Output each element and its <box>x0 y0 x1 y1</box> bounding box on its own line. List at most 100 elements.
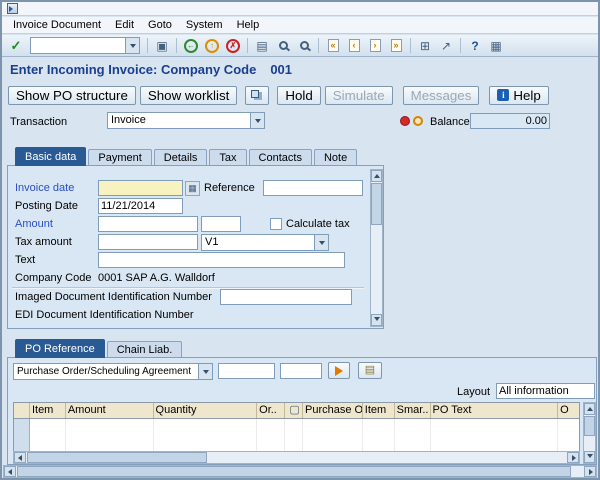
help-button[interactable]: i Help <box>489 85 549 105</box>
currency-field[interactable] <box>201 216 241 232</box>
scroll-right-icon[interactable] <box>567 452 579 463</box>
scroll-down-icon[interactable] <box>584 451 595 463</box>
tab-payment[interactable]: Payment <box>88 149 152 165</box>
scroll-left-icon[interactable] <box>4 466 16 477</box>
info-icon: i <box>497 89 510 101</box>
transaction-dropdown-icon[interactable] <box>250 113 264 128</box>
messages-button[interactable]: Messages <box>402 85 480 105</box>
scroll-up-icon[interactable] <box>584 403 595 415</box>
menu-goto[interactable]: Goto <box>141 18 179 32</box>
enter-icon[interactable]: ✓ <box>6 36 26 55</box>
calculate-tax-checkbox[interactable] <box>270 218 282 230</box>
menu-system[interactable]: System <box>179 18 230 32</box>
window-titlebar <box>2 2 598 16</box>
column-header-item2[interactable]: Item <box>362 403 395 418</box>
po-number-field[interactable] <box>218 363 275 379</box>
scroll-right-icon[interactable] <box>584 466 596 477</box>
po-type-dropdown-icon[interactable] <box>198 364 212 379</box>
column-header-smart[interactable]: Smar.. <box>394 403 431 418</box>
window-hscrollbar[interactable] <box>3 465 597 478</box>
po-type-select[interactable]: Purchase Order/Scheduling Agreement <box>13 363 213 380</box>
scroll-left-icon[interactable] <box>14 452 26 463</box>
help-icon[interactable]: ? <box>465 36 485 55</box>
column-header-quantity[interactable]: Quantity <box>153 403 258 418</box>
scroll-thumb[interactable] <box>27 452 207 463</box>
tab-details[interactable]: Details <box>153 149 208 165</box>
scroll-thumb[interactable] <box>371 183 382 225</box>
imaged-doc-field[interactable] <box>220 289 352 305</box>
basic-data-panel: Invoice date ▦ Reference Posting Date 11… <box>7 165 384 329</box>
reference-field[interactable] <box>263 180 363 196</box>
column-header-amount[interactable]: Amount <box>65 403 154 418</box>
toolbar-separator <box>247 38 248 53</box>
basic-data-scrollbar[interactable] <box>370 169 383 327</box>
menu-invoice-document[interactable]: Invoice Document <box>6 18 108 32</box>
scroll-up-icon[interactable] <box>371 170 382 182</box>
create-shortcut-icon[interactable]: ↗ <box>436 36 456 55</box>
column-header-o[interactable]: O <box>558 403 579 418</box>
tax-amount-field[interactable] <box>98 234 198 250</box>
column-header-purchase-order[interactable]: Purchase O.. <box>302 403 363 418</box>
command-history-icon[interactable] <box>125 38 139 53</box>
tax-code-select[interactable]: V1 <box>201 234 329 251</box>
find-next-icon[interactable] <box>294 36 314 55</box>
simulate-button[interactable]: Simulate <box>324 85 393 105</box>
balance-status-ring-icon <box>413 116 423 126</box>
back-icon[interactable]: ← <box>181 36 201 55</box>
amount-field[interactable] <box>98 216 198 232</box>
menu-help[interactable]: Help <box>230 18 267 32</box>
column-header-item[interactable]: Item <box>29 403 66 418</box>
header-item-icon[interactable]: ▢ <box>285 403 303 418</box>
tab-po-reference[interactable]: PO Reference <box>15 339 105 358</box>
window-icon[interactable] <box>7 3 18 14</box>
menu-edit[interactable]: Edit <box>108 18 141 32</box>
find-icon[interactable] <box>273 36 293 55</box>
first-page-icon[interactable]: « <box>323 36 343 55</box>
tab-chain-liab[interactable]: Chain Liab. <box>106 341 183 357</box>
date-picker-icon[interactable]: ▦ <box>185 181 200 196</box>
tab-note[interactable]: Note <box>313 149 358 165</box>
application-toolbar: Show PO structure Show worklist Hold Sim… <box>2 84 598 106</box>
tab-contacts[interactable]: Contacts <box>248 149 312 165</box>
row-selector[interactable] <box>14 435 30 451</box>
page-down-icon[interactable]: › <box>365 36 385 55</box>
scroll-thumb[interactable] <box>584 416 595 436</box>
tab-tax[interactable]: Tax <box>209 149 247 165</box>
column-header-po-text[interactable]: PO Text <box>430 403 559 418</box>
command-field[interactable] <box>30 37 140 54</box>
po-item-field[interactable] <box>280 363 322 379</box>
cancel-icon[interactable]: ✗ <box>223 36 243 55</box>
posting-date-field[interactable]: 11/21/2014 <box>98 198 183 214</box>
exit-icon[interactable]: ↑ <box>202 36 222 55</box>
table-hscrollbar[interactable] <box>13 451 580 464</box>
worklist-icon: ▤ <box>364 364 376 376</box>
show-po-structure-button[interactable]: Show PO structure <box>8 85 136 105</box>
save-icon[interactable]: ▣ <box>152 36 172 55</box>
switch-display-button[interactable] <box>245 85 270 105</box>
table-row[interactable] <box>14 419 579 435</box>
new-session-icon[interactable]: ⊞ <box>415 36 435 55</box>
hold-button[interactable]: Hold <box>277 85 321 105</box>
table-row[interactable] <box>14 435 579 451</box>
customize-layout-icon[interactable]: ▦ <box>486 36 506 55</box>
scroll-thumb[interactable] <box>17 466 571 477</box>
print-icon[interactable]: ▤ <box>252 36 272 55</box>
row-selector[interactable] <box>14 419 30 435</box>
scroll-down-icon[interactable] <box>371 314 382 326</box>
worklist-button[interactable]: ▤ <box>358 362 382 379</box>
column-header-or[interactable]: Or.. <box>257 403 286 418</box>
tax-code-dropdown-icon[interactable] <box>314 235 328 250</box>
transaction-select[interactable]: Invoice <box>107 112 265 129</box>
invoice-date-field[interactable] <box>98 180 183 196</box>
layout-field[interactable]: All information <box>496 383 595 399</box>
tab-basic-data[interactable]: Basic data <box>15 147 87 166</box>
toolbar-separator <box>176 38 177 53</box>
last-page-icon[interactable]: » <box>386 36 406 55</box>
toolbar-separator <box>147 38 148 53</box>
page-up-icon[interactable]: ‹ <box>344 36 364 55</box>
selector-column-header[interactable] <box>14 403 30 418</box>
show-worklist-button[interactable]: Show worklist <box>139 85 238 105</box>
adopt-button[interactable] <box>328 362 350 379</box>
table-vscrollbar[interactable] <box>583 402 596 464</box>
text-field[interactable] <box>98 252 345 268</box>
